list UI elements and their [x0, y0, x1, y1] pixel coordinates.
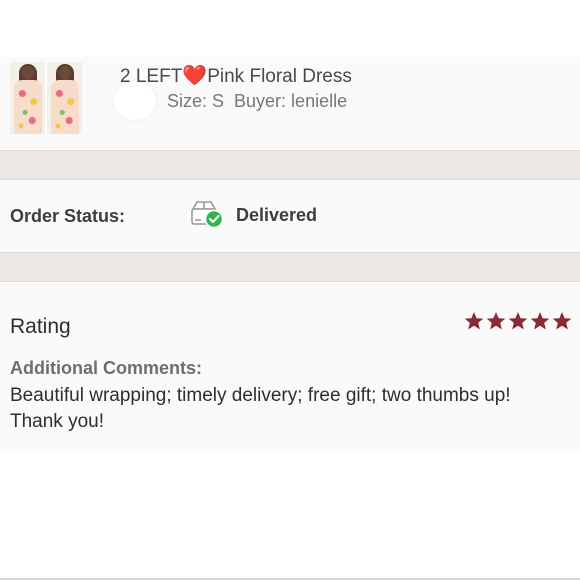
package-delivered-icon: [190, 199, 224, 229]
order-review-page: 2 LEFT❤️Pink Floral Dress Size: S Buyer: …: [0, 0, 580, 580]
comments-line: Beautiful wrapping; timely delivery; fre…: [10, 385, 511, 406]
model-photo-back: [45, 62, 82, 134]
listing-meta: Size: S Buyer: lenielle: [167, 91, 347, 112]
buyer-text: Buyer: lenielle: [234, 91, 348, 111]
comments-text: Beautiful wrapping; timely delivery; fre…: [10, 383, 570, 435]
model-photo-front: [10, 62, 45, 134]
rating-stars: [464, 311, 572, 331]
star-icon: [530, 312, 550, 330]
section-divider: [0, 252, 580, 282]
comments-line: Thank you!: [10, 411, 104, 432]
comments-label: Additional Comments:: [10, 358, 202, 378]
order-status-value: Delivered: [236, 205, 318, 225]
star-icon: [486, 312, 506, 330]
size-text: Size: S: [167, 91, 225, 111]
listing-thumbnail[interactable]: [10, 62, 82, 134]
star-icon: [464, 312, 484, 330]
heart-icon: ❤️: [182, 65, 208, 87]
star-icon: [552, 312, 572, 330]
star-icon: [508, 312, 528, 330]
listing-title-suffix: Pink Floral Dress: [207, 66, 352, 87]
listing-title[interactable]: 2 LEFT❤️Pink Floral Dress: [120, 63, 352, 88]
order-status-label: Order Status:: [10, 206, 126, 226]
section-divider: [0, 150, 580, 180]
rating-title: Rating: [10, 315, 71, 338]
buyer-avatar[interactable]: [114, 82, 156, 120]
